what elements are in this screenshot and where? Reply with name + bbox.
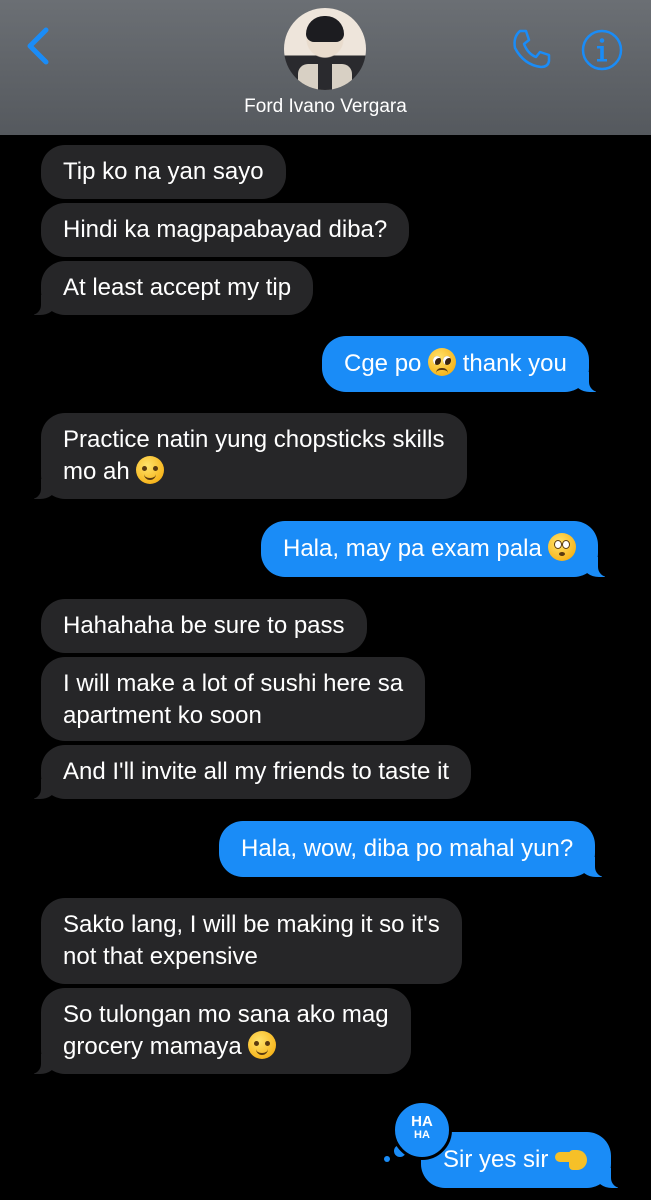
haha-reaction-badge[interactable]: HA HA <box>392 1100 452 1160</box>
message-text: At least accept my tip <box>63 274 292 301</box>
message-incoming[interactable]: I will make a lot of sushi here sa apart… <box>41 657 426 741</box>
message-outgoing[interactable]: Hala, wow, diba po mahal yun? <box>219 821 608 877</box>
message-text: apartment ko soon <box>63 702 262 729</box>
message-text: thank you <box>456 350 567 377</box>
info-icon[interactable] <box>580 28 624 72</box>
message-text: Cge po <box>344 350 429 377</box>
smiling-face-icon <box>136 456 165 484</box>
reaction-text: HA <box>414 1129 430 1141</box>
avatar-collar <box>298 64 352 90</box>
message-incoming[interactable]: Practice natin yung chopsticks skills mo… <box>29 413 467 499</box>
message-incoming[interactable]: At least accept my tip <box>28 261 314 315</box>
contact-name[interactable]: Ford Ivano Vergara <box>0 96 651 118</box>
message-text: Sakto lang, I will be making it so it's <box>63 911 440 938</box>
message-text: I will make a lot of sushi here sa <box>63 670 404 697</box>
message-text: mo ah <box>63 458 137 485</box>
message-text: not that expensive <box>63 943 258 970</box>
message-text: Tip ko na yan sayo <box>63 158 264 185</box>
message-text: Hahahaha be sure to pass <box>63 612 345 639</box>
pleading-face-icon <box>428 348 457 376</box>
message-incoming[interactable]: So tulongan mo sana ako mag grocery mama… <box>29 988 411 1074</box>
phone-icon[interactable] <box>508 26 554 72</box>
message-text: Sir yes sir <box>443 1146 556 1173</box>
message-text: And I'll invite all my friends to taste … <box>63 758 450 785</box>
message-incoming[interactable]: Hahahaha be sure to pass <box>41 599 367 653</box>
message-text: Practice natin yung chopsticks skills <box>63 426 445 453</box>
saluting-hand-icon <box>555 1148 589 1170</box>
flushed-face-icon <box>548 533 577 561</box>
avatar-hair <box>306 16 344 42</box>
message-text: So tulongan mo sana ako mag <box>63 1001 389 1028</box>
message-outgoing[interactable]: Cge po thank you <box>322 336 601 392</box>
message-incoming[interactable]: Tip ko na yan sayo <box>41 145 286 199</box>
message-outgoing[interactable]: Hala, may pa exam pala <box>261 521 611 577</box>
message-text: Hala, wow, diba po mahal yun? <box>241 835 574 862</box>
message-incoming[interactable]: Hindi ka magpapabayad diba? <box>41 203 410 257</box>
avatar[interactable] <box>284 8 366 90</box>
conversation-header: Ford Ivano Vergara <box>0 0 651 135</box>
message-text: Hala, may pa exam pala <box>283 535 549 562</box>
reaction-tail-dot <box>384 1156 390 1162</box>
chevron-left-icon[interactable] <box>22 24 56 68</box>
message-text: grocery mamaya <box>63 1033 249 1060</box>
reaction-text: HA <box>411 1113 433 1130</box>
message-incoming[interactable]: Sakto lang, I will be making it so it's … <box>41 898 462 984</box>
smiling-face-icon <box>248 1031 277 1059</box>
message-text: Hindi ka magpapabayad diba? <box>63 216 388 243</box>
message-incoming[interactable]: And I'll invite all my friends to taste … <box>28 745 472 799</box>
